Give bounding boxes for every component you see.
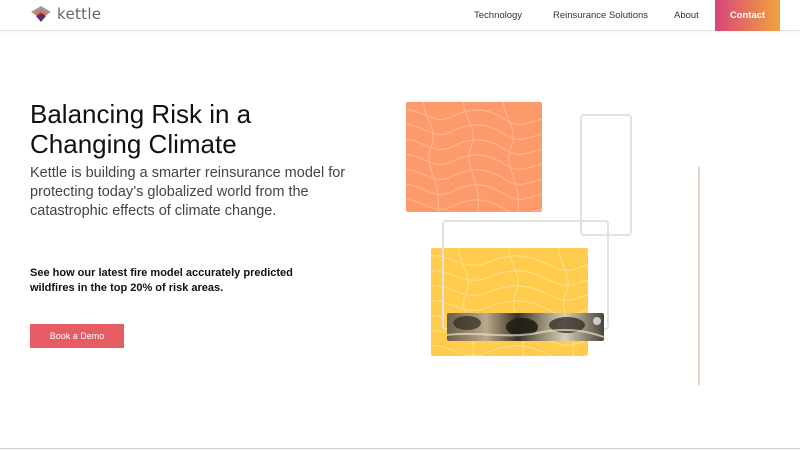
book-demo-button[interactable]: Book a Demo	[30, 324, 124, 348]
outline-frame-tall	[580, 114, 632, 236]
top-navbar: kettle Technology Reinsurance Solutions …	[0, 0, 800, 31]
hero-subtitle: Kettle is building a smarter reinsurance…	[30, 165, 346, 219]
orange-pattern-tile	[406, 102, 542, 212]
contact-button[interactable]: Contact	[715, 0, 780, 31]
logo[interactable]: kettle	[30, 4, 101, 24]
nav-reinsurance-solutions[interactable]: Reinsurance Solutions	[553, 0, 648, 31]
layers-icon	[31, 6, 51, 22]
nav-about[interactable]: About	[674, 0, 699, 31]
section-divider	[0, 448, 800, 449]
logo-text: kettle	[57, 5, 102, 23]
wildfire-photo	[447, 313, 604, 341]
hero-title: Balancing Risk in a Changing Climate	[30, 99, 252, 159]
nav-technology[interactable]: Technology	[474, 0, 522, 31]
hero-illustration	[400, 95, 720, 395]
decorative-divider	[698, 167, 700, 385]
hero-callout: See how our latest fire model accurately…	[30, 267, 293, 294]
